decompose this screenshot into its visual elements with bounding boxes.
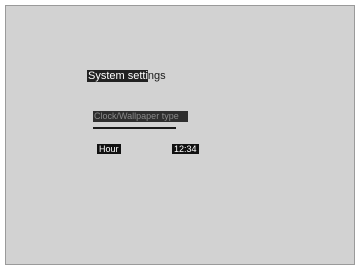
- settings-screen: System settings Clock/Wallpaper type Hou…: [5, 5, 355, 265]
- page-title-rest: ngs: [147, 70, 166, 82]
- page-title-highlighted: System setti: [87, 70, 148, 82]
- selection-underline: [93, 127, 176, 129]
- menu-item-clock-wallpaper-type[interactable]: Clock/Wallpaper type: [93, 111, 188, 122]
- time-value[interactable]: 12:34: [172, 144, 199, 154]
- page-title: System settings: [87, 70, 166, 83]
- hour-label[interactable]: Hour: [97, 144, 121, 154]
